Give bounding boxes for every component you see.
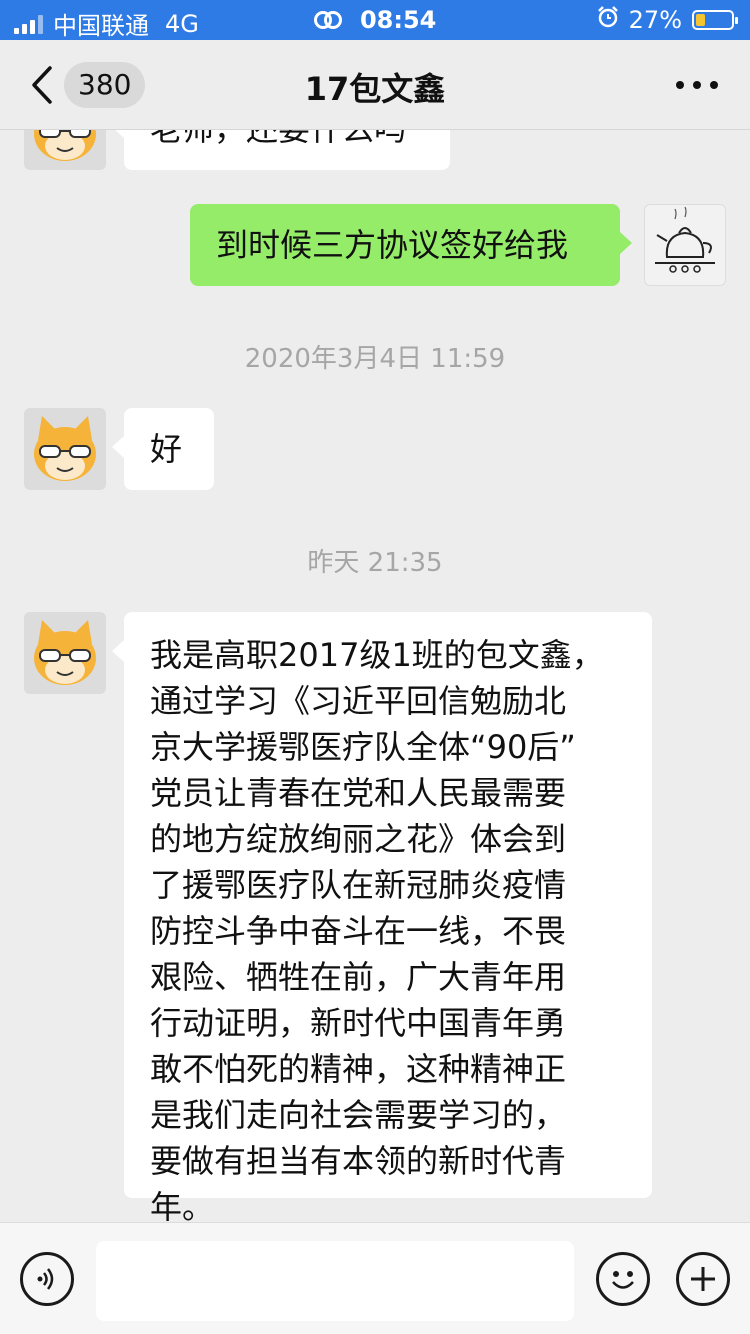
message-line: 通过学习《习近平回信勉励北 xyxy=(150,682,567,720)
dog-avatar[interactable] xyxy=(24,408,106,490)
message-text: 到时候三方协议签好给我 xyxy=(216,226,569,264)
message-text: 老师，还要什么吗 xyxy=(150,130,406,148)
message-line: 艰险、牺牲在前，广大青年用 xyxy=(150,958,567,996)
chat-header: 380 17包文鑫 xyxy=(0,40,750,130)
dog-avatar[interactable] xyxy=(24,130,106,170)
timestamp: 昨天 21:35 xyxy=(307,548,443,578)
alarm-icon xyxy=(597,6,619,34)
message-bubble[interactable]: 好 xyxy=(112,408,214,490)
battery-icon xyxy=(692,10,738,30)
message-line: 要做有担当有本领的新时代青 xyxy=(150,1142,567,1180)
message-line: 我是高职2017级1班的包文鑫， xyxy=(150,636,604,674)
message-line: 年。 xyxy=(150,1188,215,1222)
clock-time: 08:54 xyxy=(359,6,437,34)
message-line: 防控斗争中奋斗在一线，不畏 xyxy=(150,912,567,950)
message-list[interactable]: 老师，还要什么吗 到时候三方协议签好给我 2020年3月4日 11:59 xyxy=(0,130,750,1222)
emoji-icon[interactable] xyxy=(596,1252,650,1306)
message-line: 京大学援鄂医疗队全体“90后” xyxy=(150,728,576,766)
message-text: 好 xyxy=(150,430,183,468)
message-line: 党员让青春在党和人民最需要 xyxy=(150,774,567,812)
message-line: 敢不怕死的精神，这种精神正 xyxy=(150,1050,567,1088)
status-bar: 中国联通 4G 08:54 27% xyxy=(0,0,750,40)
chat-title: 17包文鑫 xyxy=(304,70,446,108)
kettle-avatar[interactable] xyxy=(644,204,726,286)
more-dots-icon[interactable] xyxy=(672,70,722,100)
link-icon xyxy=(313,7,342,35)
timestamp: 2020年3月4日 11:59 xyxy=(244,344,506,374)
message-line: 行动证明，新时代中国青年勇 xyxy=(150,1004,567,1042)
plus-icon[interactable] xyxy=(676,1252,730,1306)
voice-icon[interactable] xyxy=(20,1252,74,1306)
battery-percent: 27% xyxy=(628,6,682,34)
message-bubble[interactable]: 老师，还要什么吗 xyxy=(112,130,450,170)
input-bar xyxy=(0,1222,750,1334)
message-line: 的地方绽放绚丽之花》体会到 xyxy=(150,820,567,858)
message-input[interactable] xyxy=(96,1241,574,1321)
message-bubble[interactable]: 我是高职2017级1班的包文鑫， 通过学习《习近平回信勉励北 京大学援鄂医疗队全… xyxy=(112,612,652,1222)
message-line: 是我们走向社会需要学习的， xyxy=(150,1096,567,1134)
message-bubble-sent[interactable]: 到时候三方协议签好给我 xyxy=(190,204,632,286)
message-line: 了援鄂医疗队在新冠肺炎疫情 xyxy=(150,866,567,904)
dog-avatar[interactable] xyxy=(24,612,106,694)
